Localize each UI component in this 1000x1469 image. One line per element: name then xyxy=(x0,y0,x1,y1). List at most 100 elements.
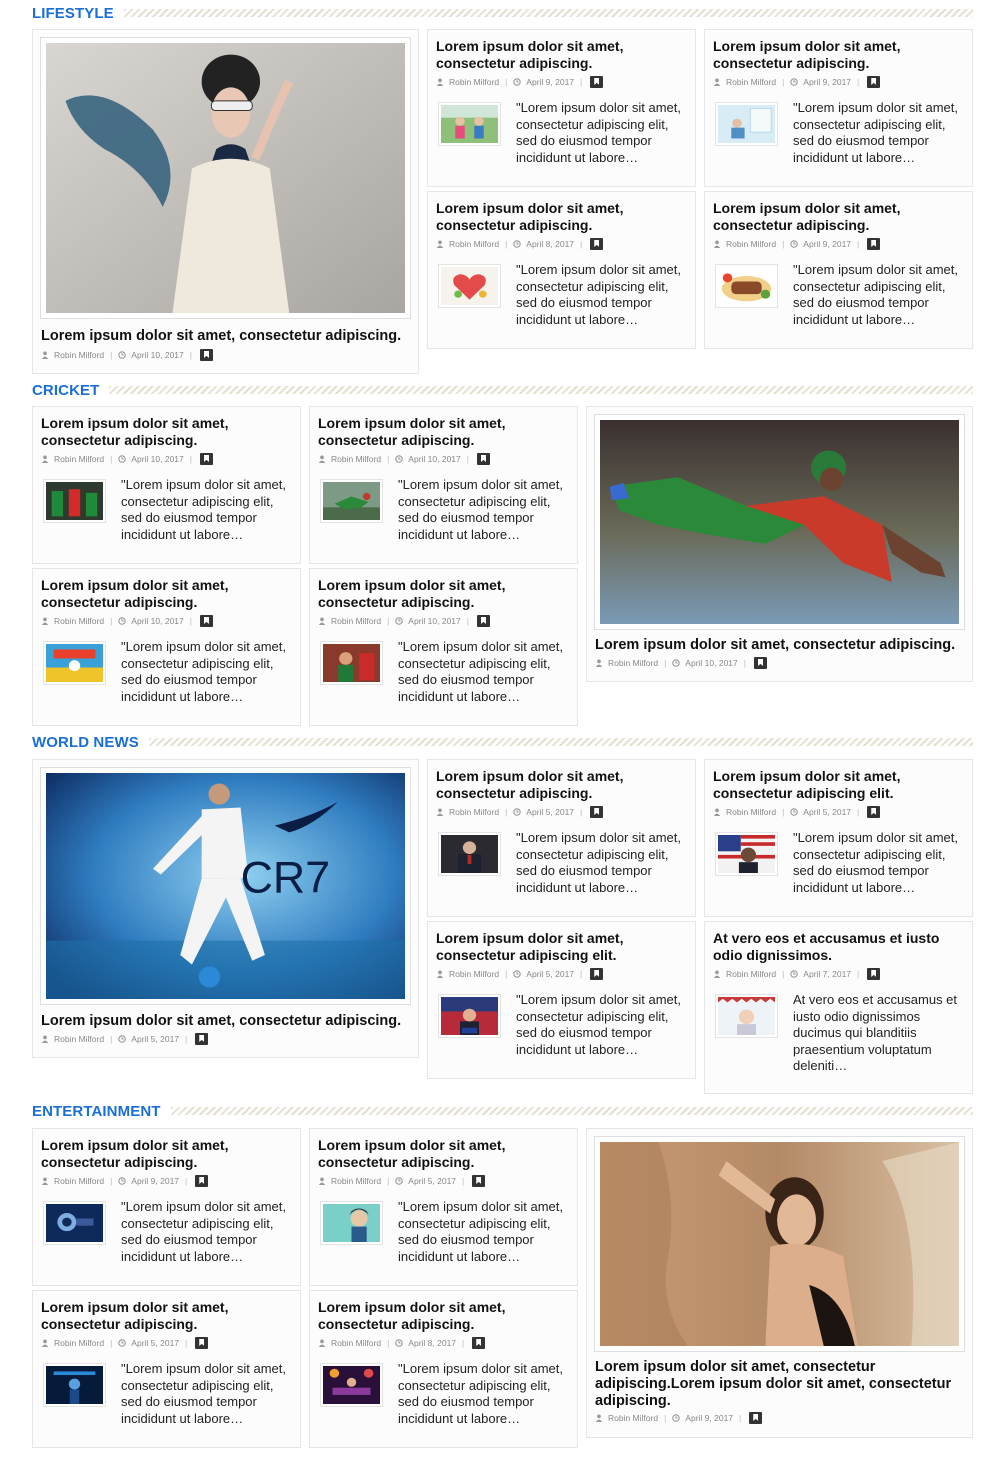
post-thumbnail[interactable] xyxy=(44,1202,105,1244)
featured-post[interactable]: CR7 Lorem ipsum dolor sit amet, consecte… xyxy=(32,759,419,1058)
featured-post[interactable]: Lorem ipsum dolor sit amet, consectetur … xyxy=(586,1128,973,1438)
post-title[interactable]: Lorem ipsum dolor sit amet, consectetur … xyxy=(41,1299,293,1332)
post-date[interactable]: April 5, 2017 xyxy=(131,1034,179,1044)
post-card[interactable]: At vero eos et accusamus et iusto odio d… xyxy=(704,921,973,1094)
featured-title[interactable]: Lorem ipsum dolor sit amet, consectetur … xyxy=(595,637,965,654)
post-date[interactable]: April 9, 2017 xyxy=(803,77,851,87)
section-title[interactable]: LIFESTYLE xyxy=(32,5,124,22)
post-card[interactable]: Lorem ipsum dolor sit amet, consectetur … xyxy=(427,191,696,349)
post-title[interactable]: Lorem ipsum dolor sit amet, consectetur … xyxy=(436,200,688,233)
post-thumbnail[interactable] xyxy=(439,265,500,307)
post-date[interactable]: April 10, 2017 xyxy=(408,616,460,626)
post-card[interactable]: Lorem ipsum dolor sit amet, consectetur … xyxy=(309,1128,578,1286)
post-date[interactable]: April 7, 2017 xyxy=(803,969,851,979)
post-author[interactable]: Robin Milford xyxy=(726,969,776,979)
post-date[interactable]: April 5, 2017 xyxy=(131,1338,179,1348)
post-author[interactable]: Robin Milford xyxy=(726,77,776,87)
bookmark-icon[interactable] xyxy=(199,453,213,465)
post-thumbnail[interactable] xyxy=(439,103,500,145)
post-card[interactable]: Lorem ipsum dolor sit amet, consectetur … xyxy=(32,1128,301,1286)
post-card[interactable]: Lorem ipsum dolor sit amet, consectetur … xyxy=(309,568,578,726)
bookmark-icon[interactable] xyxy=(749,1412,763,1424)
post-date[interactable]: April 10, 2017 xyxy=(131,350,183,360)
section-title[interactable]: CRICKET xyxy=(32,382,109,399)
post-author[interactable]: Robin Milford xyxy=(331,454,381,464)
post-author[interactable]: Robin Milford xyxy=(54,616,104,626)
post-card[interactable]: Lorem ipsum dolor sit amet, consectetur … xyxy=(427,29,696,187)
post-card[interactable]: Lorem ipsum dolor sit amet, consectetur … xyxy=(32,568,301,726)
post-author[interactable]: Robin Milford xyxy=(449,969,499,979)
featured-post[interactable]: Lorem ipsum dolor sit amet, consectetur … xyxy=(586,406,973,682)
post-title[interactable]: Lorem ipsum dolor sit amet, consectetur … xyxy=(41,1137,293,1170)
bookmark-icon[interactable] xyxy=(867,76,881,88)
post-thumbnail[interactable] xyxy=(44,642,105,684)
post-author[interactable]: Robin Milford xyxy=(726,807,776,817)
bookmark-icon[interactable] xyxy=(195,1033,209,1045)
post-title[interactable]: Lorem ipsum dolor sit amet, consectetur … xyxy=(713,38,965,71)
post-thumbnail[interactable] xyxy=(716,995,777,1037)
bookmark-icon[interactable] xyxy=(199,349,213,361)
bookmark-icon[interactable] xyxy=(476,453,490,465)
post-thumbnail[interactable] xyxy=(44,480,105,522)
post-author[interactable]: Robin Milford xyxy=(449,77,499,87)
post-card[interactable]: Lorem ipsum dolor sit amet, consectetur … xyxy=(32,1290,301,1448)
bookmark-icon[interactable] xyxy=(195,1337,209,1349)
post-author[interactable]: Robin Milford xyxy=(54,454,104,464)
post-author[interactable]: Robin Milford xyxy=(608,1413,658,1423)
bookmark-icon[interactable] xyxy=(472,1337,486,1349)
post-thumbnail[interactable] xyxy=(716,265,777,307)
post-author[interactable]: Robin Milford xyxy=(608,658,658,668)
post-date[interactable]: April 9, 2017 xyxy=(526,77,574,87)
post-card[interactable]: Lorem ipsum dolor sit amet, consectetur … xyxy=(704,191,973,349)
post-date[interactable]: April 5, 2017 xyxy=(526,807,574,817)
featured-image[interactable] xyxy=(595,1137,964,1351)
post-card[interactable]: Lorem ipsum dolor sit amet, consectetur … xyxy=(427,759,696,917)
bookmark-icon[interactable] xyxy=(195,1175,209,1187)
post-author[interactable]: Robin Milford xyxy=(331,1176,381,1186)
post-title[interactable]: At vero eos et accusamus et iusto odio d… xyxy=(713,930,965,963)
bookmark-icon[interactable] xyxy=(199,615,213,627)
post-card[interactable]: Lorem ipsum dolor sit amet, consectetur … xyxy=(427,921,696,1079)
post-title[interactable]: Lorem ipsum dolor sit amet, consectetur … xyxy=(318,415,570,448)
bookmark-icon[interactable] xyxy=(472,1175,486,1187)
post-card[interactable]: Lorem ipsum dolor sit amet, consectetur … xyxy=(309,1290,578,1448)
post-thumbnail[interactable] xyxy=(439,833,500,875)
featured-post[interactable]: Lorem ipsum dolor sit amet, consectetur … xyxy=(32,29,419,374)
post-author[interactable]: Robin Milford xyxy=(726,239,776,249)
post-thumbnail[interactable] xyxy=(716,103,777,145)
post-date[interactable]: April 9, 2017 xyxy=(685,1413,733,1423)
post-thumbnail[interactable] xyxy=(716,833,777,875)
post-title[interactable]: Lorem ipsum dolor sit amet, consectetur … xyxy=(713,200,965,233)
post-title[interactable]: Lorem ipsum dolor sit amet, consectetur … xyxy=(713,768,965,801)
post-date[interactable]: April 5, 2017 xyxy=(526,969,574,979)
post-date[interactable]: April 10, 2017 xyxy=(131,616,183,626)
post-author[interactable]: Robin Milford xyxy=(331,1338,381,1348)
bookmark-icon[interactable] xyxy=(590,76,604,88)
bookmark-icon[interactable] xyxy=(590,238,604,250)
post-date[interactable]: April 10, 2017 xyxy=(685,658,737,668)
post-thumbnail[interactable] xyxy=(321,1202,382,1244)
bookmark-icon[interactable] xyxy=(476,615,490,627)
post-author[interactable]: Robin Milford xyxy=(449,807,499,817)
post-date[interactable]: April 5, 2017 xyxy=(408,1176,456,1186)
bookmark-icon[interactable] xyxy=(590,968,604,980)
post-date[interactable]: April 5, 2017 xyxy=(803,807,851,817)
post-card[interactable]: Lorem ipsum dolor sit amet, consectetur … xyxy=(704,759,973,917)
post-thumbnail[interactable] xyxy=(321,1364,382,1406)
post-card[interactable]: Lorem ipsum dolor sit amet, consectetur … xyxy=(309,406,578,564)
featured-image[interactable]: CR7 xyxy=(41,768,410,1004)
post-title[interactable]: Lorem ipsum dolor sit amet, consectetur … xyxy=(436,768,688,801)
post-title[interactable]: Lorem ipsum dolor sit amet, consectetur … xyxy=(436,38,688,71)
post-date[interactable]: April 9, 2017 xyxy=(803,239,851,249)
post-thumbnail[interactable] xyxy=(321,480,382,522)
post-date[interactable]: April 9, 2017 xyxy=(131,1176,179,1186)
bookmark-icon[interactable] xyxy=(867,238,881,250)
featured-image[interactable] xyxy=(41,38,410,318)
featured-title[interactable]: Lorem ipsum dolor sit amet, consectetur … xyxy=(41,328,411,345)
post-author[interactable]: Robin Milford xyxy=(54,350,104,360)
post-thumbnail[interactable] xyxy=(439,995,500,1037)
post-title[interactable]: Lorem ipsum dolor sit amet, consectetur … xyxy=(318,1137,570,1170)
featured-image[interactable] xyxy=(595,415,964,629)
featured-title[interactable]: Lorem ipsum dolor sit amet, consectetur … xyxy=(595,1359,965,1410)
post-author[interactable]: Robin Milford xyxy=(54,1338,104,1348)
